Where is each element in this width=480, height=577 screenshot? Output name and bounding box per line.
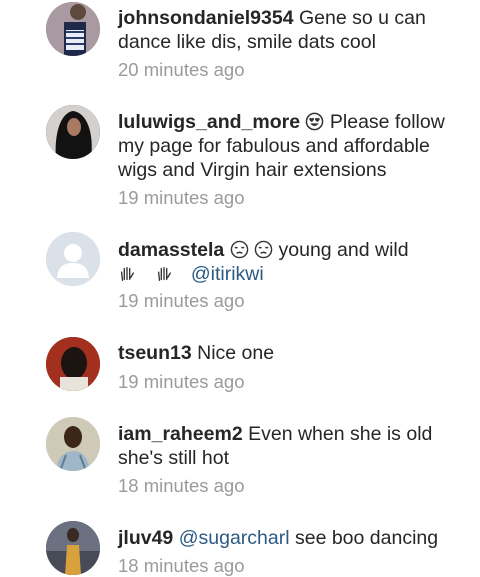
comment-username[interactable]: jluv49 [118,527,173,549]
comment-mention-link[interactable]: @sugarcharl [179,527,290,549]
default-avatar-icon [46,232,100,286]
avatar[interactable] [46,337,100,391]
user-photo-icon [46,417,100,471]
user-photo-icon [46,2,100,56]
comment-timestamp: 19 minutes ago [118,187,245,208]
comment-username[interactable]: johnsondaniel9354 [118,7,294,29]
comment-timestamp: 18 minutes ago [118,475,245,496]
comment-text: Nice one [197,342,275,364]
avatar[interactable] [46,2,100,56]
comment-username[interactable]: damasstela [118,239,224,261]
comment-timestamp: 20 minutes ago [118,59,245,80]
comment-timestamp: 18 minutes ago [118,555,245,576]
comment-mention-link[interactable]: @itirikwi [191,263,264,285]
avatar[interactable] [46,417,100,471]
unamused-face-emoji-icon [230,240,248,259]
heart-eyes-emoji-icon [306,112,324,131]
comment-username[interactable]: iam_raheem2 [118,423,243,445]
avatar[interactable] [46,105,100,159]
comment-username[interactable]: tseun13 [118,342,192,364]
avatar[interactable] [46,232,100,286]
user-photo-icon [46,521,100,575]
comment-username[interactable]: luluwigs_and_more [118,111,300,133]
comment-timestamp: 19 minutes ago [118,371,245,392]
raised-hand-emoji-icon [158,267,172,281]
comment-timestamp: 19 minutes ago [118,290,245,311]
comment-text: see boo dancing [294,527,439,549]
unamused-face-emoji-icon [254,240,273,259]
user-photo-icon [46,105,100,159]
avatar[interactable] [46,521,100,575]
user-photo-icon [46,337,100,391]
comment-text: young and wild [278,239,409,261]
raised-hand-emoji-icon [120,267,134,281]
